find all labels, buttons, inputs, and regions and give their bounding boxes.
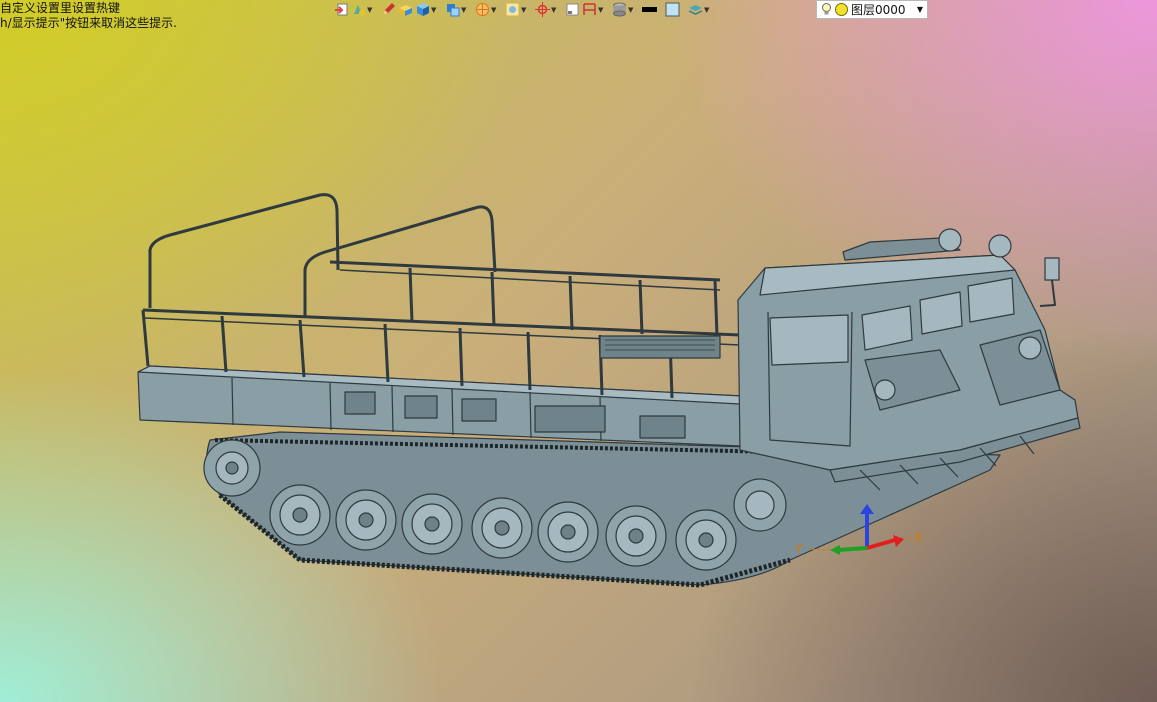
x-axis [866,538,896,550]
y-axis-label: Y [794,543,803,558]
cargo-rails [141,193,741,399]
x-axis-label: X [914,531,923,546]
y-axis [837,546,868,552]
tracked-vehicle-model [137,193,1081,588]
model-viewport[interactable]: X Y [0,0,1157,702]
